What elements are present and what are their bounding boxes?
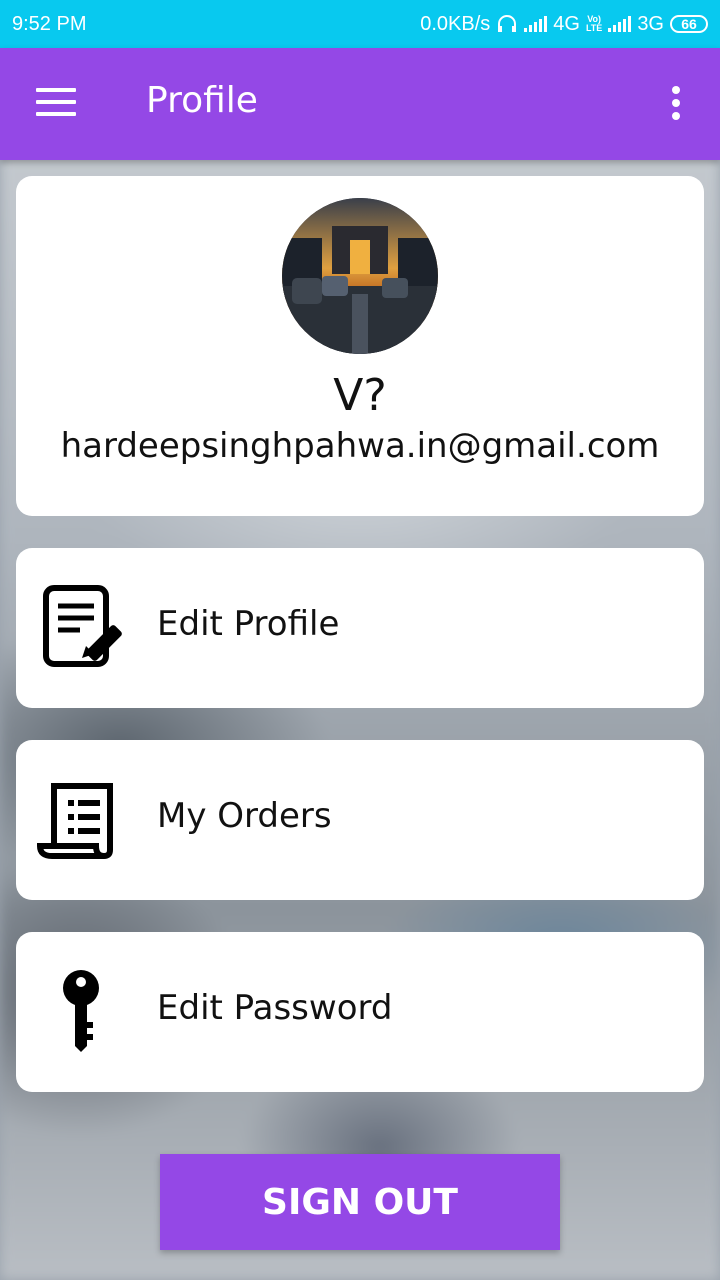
profile-email: hardeepsinghpahwa.in@gmail.com [60,426,660,466]
battery-level: 66 [681,16,697,32]
headphones-icon [498,15,517,32]
key-icon [63,970,99,1052]
edit-profile-label: Edit Profile [157,604,340,644]
edit-password-label: Edit Password [157,988,393,1028]
profile-name: V? [333,370,387,421]
signal-strength-icon [524,16,548,32]
status-time: 9:52 PM [12,12,87,35]
sign-out-button[interactable]: SIGN OUT [160,1154,560,1250]
avatar-photo [282,198,438,354]
receipt-list-icon [36,783,113,859]
page-title: Profile [146,80,258,121]
network-type-1: 4G [553,12,580,35]
my-orders-button[interactable]: My Orders [16,740,704,900]
hamburger-menu-icon[interactable] [36,88,76,120]
app-bar: Profile [0,48,720,160]
edit-profile-button[interactable]: Edit Profile [16,548,704,708]
avatar[interactable] [282,198,438,354]
status-indicators: 0.0KB/s 4G Vo) LTE 3G 66 [420,13,708,36]
battery-icon: 66 [670,15,708,33]
volte-indicator: Vo) LTE [585,14,603,33]
network-type-2: 3G [637,12,664,35]
edit-password-button[interactable]: Edit Password [16,932,704,1092]
status-bar: 9:52 PM 0.0KB/s 4G Vo) LTE 3G 66 [0,0,720,48]
edit-document-icon [43,585,122,667]
profile-card: V? hardeepsinghpahwa.in@gmail.com [16,176,704,516]
my-orders-label: My Orders [157,796,332,836]
more-vert-icon[interactable] [668,86,684,126]
signal-strength-icon-2 [608,16,632,32]
net-speed: 0.0KB/s [420,12,491,35]
